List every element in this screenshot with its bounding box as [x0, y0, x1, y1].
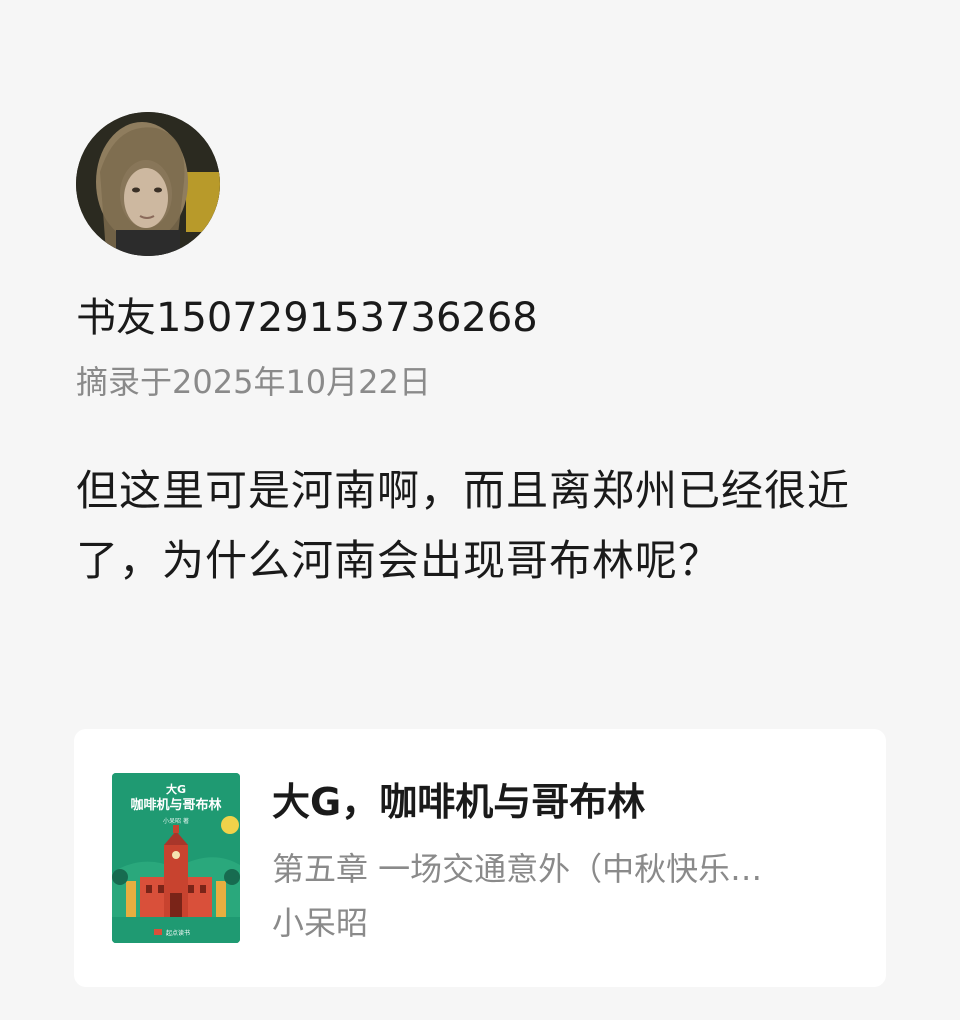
book-author[interactable]: 小呆昭 [272, 901, 368, 945]
cover-publisher: 起点读书 [166, 929, 190, 937]
excerpt-page: 书友150729153736268 摘录于2025年10月22日 但这里可是河南… [0, 0, 960, 1020]
cover-title-line2: 咖啡机与哥布林 [130, 797, 221, 813]
excerpt-text: 但这里可是河南啊，而且离郑州已经很近了，为什么河南会出现哥布林呢？ [76, 466, 851, 585]
username[interactable]: 书友150729153736268 [76, 292, 538, 344]
cover-author: 小呆昭 著 [163, 817, 189, 825]
book-cover-illustration-icon: 大G 咖啡机与哥布林 小呆昭 著 起点读书 [112, 773, 240, 943]
user-avatar[interactable] [76, 112, 220, 256]
user-avatar-photo-icon [76, 112, 220, 256]
cover-title-line1: 大G [166, 782, 186, 796]
book-chapter[interactable]: 第五章 一场交通意外（中秋快乐… [272, 847, 842, 891]
book-title[interactable]: 大G，咖啡机与哥布林 [272, 777, 645, 827]
excerpt-date: 摘录于2025年10月22日 [76, 363, 431, 401]
book-card[interactable]: 大G 咖啡机与哥布林 小呆昭 著 起点读书 大G，咖啡机与哥布林 第五章 一场交… [74, 729, 886, 987]
book-cover[interactable]: 大G 咖啡机与哥布林 小呆昭 著 起点读书 [112, 773, 240, 943]
